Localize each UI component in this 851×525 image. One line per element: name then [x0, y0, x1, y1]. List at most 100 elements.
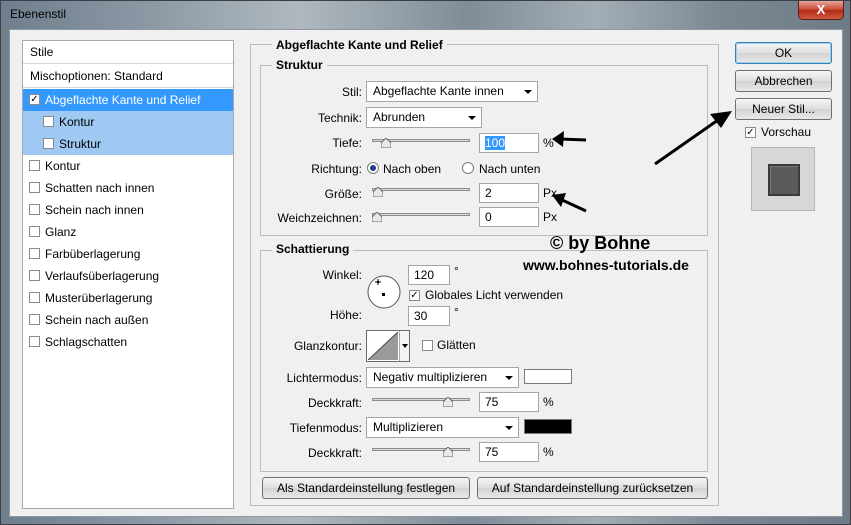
technique-dropdown-value: Abrunden — [373, 110, 426, 124]
direction-down-radio[interactable] — [462, 162, 474, 174]
shadow-opacity-slider[interactable] — [372, 448, 470, 451]
shadow-opacity-value: 75 — [485, 445, 499, 459]
sidebar-item-drop-shadow[interactable]: Schlagschatten — [23, 331, 233, 353]
ok-button[interactable]: OK — [735, 42, 832, 64]
soften-value: 0 — [485, 210, 492, 224]
color-overlay-checkbox[interactable] — [29, 248, 40, 259]
title-bar[interactable]: Ebenenstil X — [1, 1, 851, 29]
sidebar-item-bevel-emboss[interactable]: ✓ Abgeflachte Kante und Relief — [23, 89, 233, 111]
depth-value: 100 — [485, 136, 506, 150]
direction-up-radio[interactable] — [367, 162, 379, 174]
altitude-input[interactable]: 30 — [408, 306, 450, 326]
gloss-contour-picker[interactable] — [366, 330, 410, 362]
sidebar-item-label: Kontur — [59, 115, 95, 129]
angle-label: Winkel: — [322, 268, 362, 282]
size-value: 2 — [485, 186, 492, 200]
chevron-down-icon — [402, 344, 408, 348]
sidebar-item-satin[interactable]: Glanz — [23, 221, 233, 243]
outer-glow-checkbox[interactable] — [29, 314, 40, 325]
highlight-opacity-thumb[interactable] — [443, 397, 453, 407]
style-dropdown-value: Abgeflachte Kante innen — [373, 84, 504, 98]
sidebar-item-inner-shadow[interactable]: Schatten nach innen — [23, 177, 233, 199]
contour-dropdown[interactable] — [399, 331, 409, 361]
shading-group — [260, 250, 708, 472]
pattern-overlay-checkbox[interactable] — [29, 292, 40, 303]
size-slider-thumb[interactable] — [373, 187, 383, 197]
depth-input[interactable]: 100 — [479, 133, 539, 153]
sidebar-item-label: Glanz — [45, 225, 77, 239]
gloss-contour-label: Glanzkontur: — [293, 339, 362, 353]
texture-sub-checkbox[interactable] — [43, 138, 54, 149]
sidebar-item-label: Schein nach innen — [45, 203, 144, 217]
dialog-window: Ebenenstil X Stile Mischoptionen: Standa… — [0, 0, 851, 525]
sidebar-item-label: Musterüberlagerung — [45, 291, 153, 305]
bevel-emboss-checkbox[interactable]: ✓ — [29, 94, 40, 105]
soften-slider-thumb[interactable] — [372, 212, 382, 222]
shadow-mode-dropdown[interactable]: Multiplizieren — [366, 417, 519, 438]
contour-sub-checkbox[interactable] — [43, 116, 54, 127]
soften-slider[interactable] — [372, 213, 470, 216]
angle-value: 120 — [414, 268, 435, 282]
watermark-url: www.bohnes-tutorials.de — [523, 257, 689, 273]
inner-shadow-checkbox[interactable] — [29, 182, 40, 193]
shadow-opacity-input[interactable]: 75 — [479, 442, 539, 462]
highlight-opacity-slider[interactable] — [372, 398, 470, 401]
inner-glow-checkbox[interactable] — [29, 204, 40, 215]
styles-list-header[interactable]: Stile — [23, 41, 233, 63]
sidebar-item-color-overlay[interactable]: Farbüberlagerung — [23, 243, 233, 265]
satin-checkbox[interactable] — [29, 226, 40, 237]
angle-dial[interactable] — [366, 274, 402, 310]
sidebar-item-label: Verlaufsüberlagerung — [45, 269, 160, 283]
chevron-down-icon — [524, 90, 532, 94]
style-preview — [751, 147, 815, 211]
new-style-button[interactable]: Neuer Stil... — [735, 98, 832, 120]
stroke-checkbox[interactable] — [29, 160, 40, 171]
style-label: Stil: — [341, 85, 362, 99]
annotation-arrow-icon — [552, 193, 587, 213]
shadow-opacity-thumb[interactable] — [443, 447, 453, 457]
gradient-overlay-checkbox[interactable] — [29, 270, 40, 281]
dialog-client: Stile Mischoptionen: Standard ✓ Abgeflac… — [9, 29, 843, 517]
sidebar-item-gradient-overlay[interactable]: Verlaufsüberlagerung — [23, 265, 233, 287]
chevron-down-icon — [505, 426, 513, 430]
preview-swatch — [768, 164, 800, 196]
new-style-label: Neuer Stil... — [752, 102, 815, 116]
sidebar-item-stroke[interactable]: Kontur — [23, 155, 233, 177]
blend-options-item[interactable]: Mischoptionen: Standard — [23, 65, 233, 87]
sidebar-item-contour-sub[interactable]: Kontur — [23, 111, 233, 133]
sidebar-item-inner-glow[interactable]: Schein nach innen — [23, 199, 233, 221]
depth-label: Tiefe: — [332, 136, 362, 150]
angle-input[interactable]: 120 — [408, 265, 450, 285]
size-input[interactable]: 2 — [479, 183, 539, 203]
cancel-button[interactable]: Abbrechen — [735, 70, 832, 92]
make-default-button[interactable]: Als Standardeinstellung festlegen — [262, 477, 470, 499]
soften-input[interactable]: 0 — [479, 207, 539, 227]
reset-default-button[interactable]: Auf Standardeinstellung zurücksetzen — [477, 477, 708, 499]
drop-shadow-checkbox[interactable] — [29, 336, 40, 347]
direction-label: Richtung: — [311, 162, 362, 176]
preview-checkbox[interactable]: ✓ — [745, 127, 756, 138]
watermark-title: © by Bohne — [550, 233, 651, 253]
chevron-down-icon — [468, 116, 476, 120]
highlight-opacity-value: 75 — [485, 395, 499, 409]
sidebar-item-label: Schlagschatten — [45, 335, 128, 349]
style-dropdown[interactable]: Abgeflachte Kante innen — [366, 81, 538, 102]
shadow-color-swatch[interactable] — [524, 419, 572, 434]
sidebar-item-texture-sub[interactable]: Struktur — [23, 133, 233, 155]
shadow-mode-label: Tiefenmodus: — [289, 421, 362, 435]
global-light-checkbox[interactable]: ✓ — [409, 290, 420, 301]
close-button[interactable]: X — [798, 1, 844, 20]
sidebar-item-outer-glow[interactable]: Schein nach außen — [23, 309, 233, 331]
sidebar-item-pattern-overlay[interactable]: Musterüberlagerung — [23, 287, 233, 309]
shading-title: Schattierung — [272, 242, 354, 256]
shadow-opacity-unit: % — [543, 445, 554, 459]
antialias-checkbox[interactable] — [422, 340, 433, 351]
shadow-opacity-label: Deckkraft: — [307, 446, 362, 460]
highlight-opacity-input[interactable]: 75 — [479, 392, 539, 412]
highlight-color-swatch[interactable] — [524, 369, 572, 384]
highlight-opacity-label: Deckkraft: — [307, 396, 362, 410]
technique-dropdown[interactable]: Abrunden — [366, 107, 482, 128]
highlight-mode-dropdown[interactable]: Negativ multiplizieren — [366, 367, 519, 388]
size-slider[interactable] — [372, 188, 470, 191]
depth-slider-thumb[interactable] — [381, 138, 391, 148]
